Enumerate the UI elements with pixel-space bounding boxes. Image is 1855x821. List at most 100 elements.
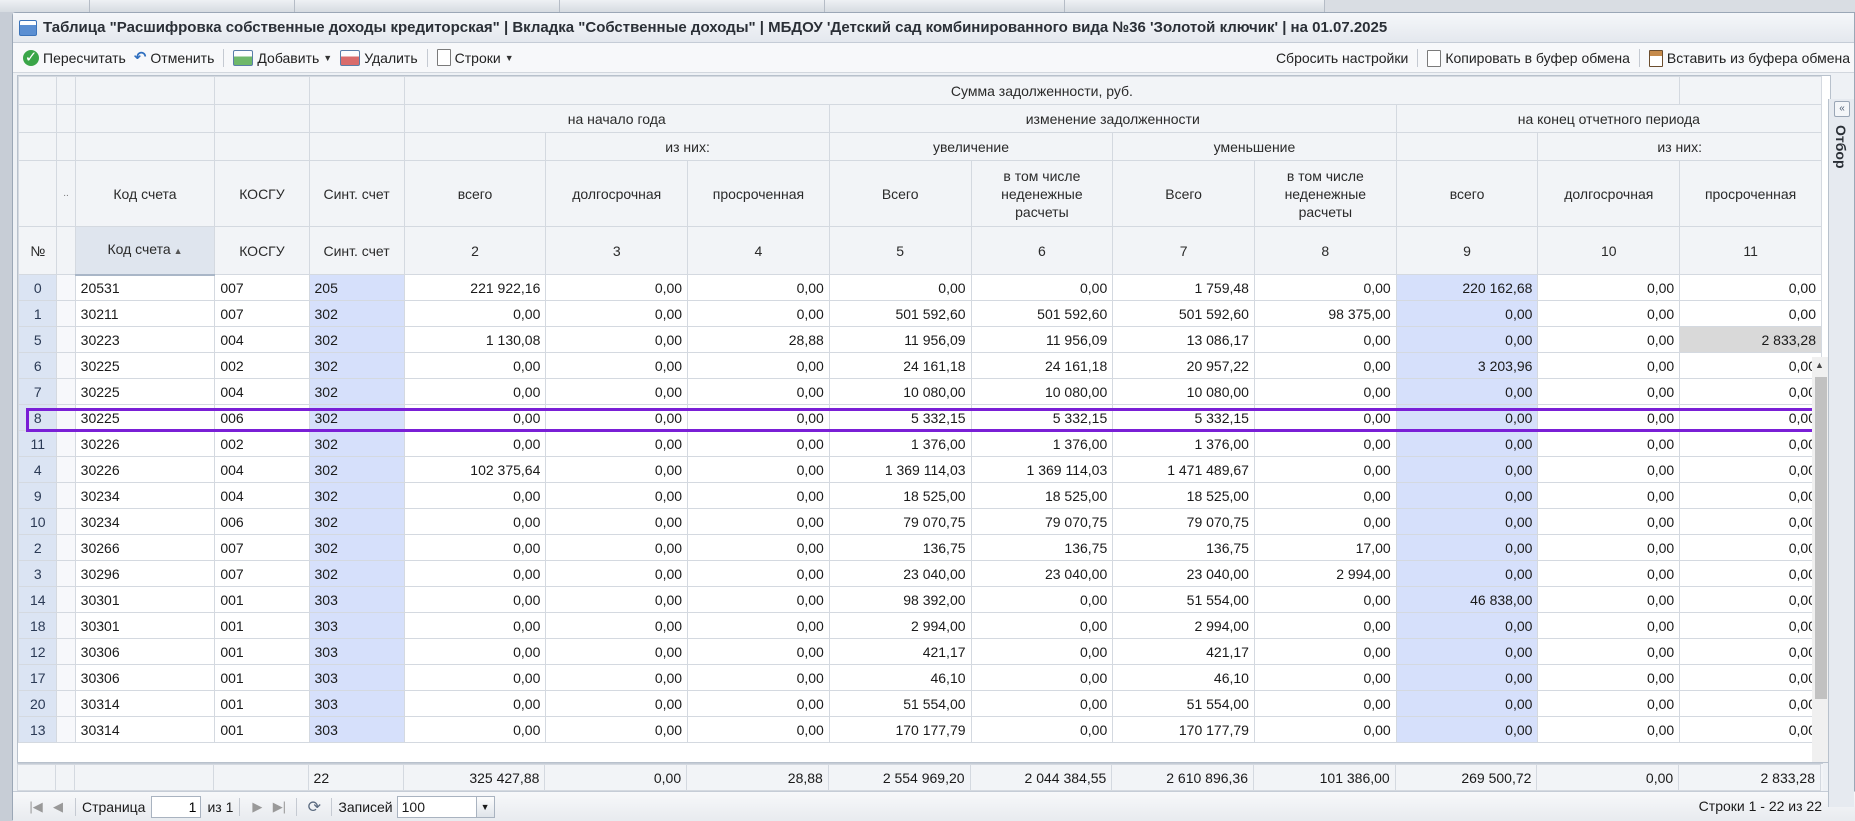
cell-value[interactable]: 11 956,09 [828, 326, 972, 353]
row-number[interactable]: 9 [18, 482, 58, 509]
cell-value[interactable]: 11 956,09 [970, 326, 1114, 353]
cell-account[interactable]: 30234 [74, 508, 216, 535]
row-selector[interactable] [56, 586, 76, 613]
table-row[interactable]: 7 30225 004 302 0,00 0,00 0,00 10 080,00 10 080,… [18, 378, 1822, 405]
cell-value[interactable]: 0,00 [1395, 430, 1539, 457]
cell-value[interactable]: 0,00 [1679, 690, 1822, 717]
header-num-2[interactable]: 2 [403, 226, 547, 275]
table-row[interactable]: 10 30234 006 302 0,00 0,00 0,00 79 070,75 79 070… [18, 508, 1822, 535]
cell-value[interactable]: 0,00 [828, 274, 972, 301]
cell-value[interactable]: 0,00 [687, 586, 830, 613]
delete-button[interactable]: Удалить [336, 46, 421, 70]
table-row[interactable]: 17 30306 001 303 0,00 0,00 0,00 46,10 0,00 46,10 0… [18, 664, 1822, 691]
cell-value[interactable]: 0,00 [1679, 274, 1822, 301]
cell-value[interactable]: 0,00 [1395, 612, 1539, 639]
cell-value[interactable]: 0,00 [970, 586, 1114, 613]
row-number[interactable]: 17 [18, 664, 58, 691]
header-num-11[interactable]: 11 [1679, 226, 1822, 275]
cell-value[interactable]: 28,88 [687, 326, 830, 353]
cell-value[interactable]: 0,00 [1537, 300, 1681, 327]
header-num-no[interactable]: № [18, 226, 58, 275]
copy-clipboard-button[interactable]: Копировать в буфер обмена [1423, 46, 1634, 70]
cell-account[interactable]: 30225 [74, 378, 216, 405]
cell-value[interactable]: 0,00 [1679, 378, 1822, 405]
cell-value[interactable]: 0,00 [1679, 560, 1822, 587]
row-selector[interactable] [56, 664, 76, 691]
row-selector[interactable] [56, 430, 76, 457]
cell-value[interactable]: 0,00 [1537, 456, 1681, 483]
cell-value[interactable]: 0,00 [1679, 456, 1822, 483]
cell-value[interactable]: 0,00 [403, 352, 547, 379]
cell-sint[interactable]: 302 [308, 482, 405, 509]
cell-value[interactable]: 17,00 [1253, 534, 1397, 561]
cell-value[interactable]: 0,00 [687, 716, 830, 743]
cell-value[interactable]: 0,00 [403, 716, 547, 743]
cell-kosgu[interactable]: 001 [214, 638, 310, 665]
cell-value[interactable]: 79 070,75 [1112, 508, 1255, 535]
cell-value[interactable]: 0,00 [1537, 586, 1681, 613]
cell-value[interactable]: 0,00 [1395, 716, 1539, 743]
cell-value[interactable]: 0,00 [1253, 690, 1397, 717]
cell-value[interactable]: 0,00 [687, 404, 830, 431]
cell-value[interactable]: 79 070,75 [970, 508, 1114, 535]
cell-value[interactable]: 0,00 [1679, 430, 1822, 457]
cell-value[interactable]: 46,10 [1112, 664, 1255, 691]
cell-value[interactable]: 0,00 [1253, 430, 1397, 457]
table-row[interactable]: 12 30306 001 303 0,00 0,00 0,00 421,17 0,00 421,1… [18, 638, 1822, 665]
cell-value[interactable]: 0,00 [403, 300, 547, 327]
table-row[interactable]: 2 30266 007 302 0,00 0,00 0,00 136,75 136,75 136,… [18, 534, 1822, 561]
cell-kosgu[interactable]: 001 [214, 716, 310, 743]
cell-sint[interactable]: 302 [308, 404, 405, 431]
cell-value[interactable]: 23 040,00 [828, 560, 972, 587]
row-selector[interactable] [56, 456, 76, 483]
cell-value[interactable]: 0,00 [687, 482, 830, 509]
cell-value[interactable]: 1 376,00 [970, 430, 1114, 457]
cell-value[interactable]: 0,00 [1253, 456, 1397, 483]
cell-value[interactable]: 0,00 [970, 690, 1114, 717]
cell-value[interactable]: 170 177,79 [1112, 716, 1255, 743]
cell-account[interactable]: 30223 [74, 326, 216, 353]
cell-value[interactable]: 0,00 [1253, 482, 1397, 509]
cell-value[interactable]: 0,00 [1537, 638, 1681, 665]
cell-value[interactable]: 0,00 [1679, 612, 1822, 639]
header-decrease-total[interactable]: Всего [1112, 160, 1255, 227]
cell-value[interactable]: 1 471 489,67 [1112, 456, 1255, 483]
cell-value[interactable]: 2 994,00 [1253, 560, 1397, 587]
row-number[interactable]: 3 [18, 560, 58, 587]
cell-value[interactable]: 0,00 [970, 274, 1114, 301]
cell-sint[interactable]: 303 [308, 690, 405, 717]
cell-value[interactable]: 0,00 [1395, 534, 1539, 561]
cell-value[interactable]: 0,00 [687, 456, 830, 483]
cell-value[interactable]: 0,00 [545, 352, 689, 379]
cell-sint[interactable]: 303 [308, 638, 405, 665]
cell-value[interactable]: 0,00 [1537, 716, 1681, 743]
table-row[interactable]: 13 30314 001 303 0,00 0,00 0,00 170 177,79 0,00 1… [18, 716, 1822, 743]
recalc-button[interactable]: ✓ Пересчитать [19, 46, 130, 70]
cell-value[interactable]: 0,00 [1253, 638, 1397, 665]
row-number[interactable]: 12 [18, 638, 58, 665]
cell-value[interactable]: 0,00 [545, 612, 689, 639]
cell-account[interactable]: 20531 [74, 274, 216, 301]
cell-kosgu[interactable]: 004 [214, 456, 310, 483]
row-number[interactable]: 7 [18, 378, 58, 405]
chevron-down-icon[interactable]: ▼ [475, 796, 494, 817]
cell-value[interactable]: 0,00 [1537, 612, 1681, 639]
table-row[interactable]: 14 30301 001 303 0,00 0,00 0,00 98 392,00 0,00 51… [18, 586, 1822, 613]
table-row[interactable]: 1 30211 007 302 0,00 0,00 0,00 501 592,60 501 59… [18, 300, 1822, 327]
filter-side-panel[interactable]: « Отбор [1828, 99, 1854, 807]
header-decrease-nonmonetary[interactable]: в том числе неденежные расчеты [1253, 160, 1397, 227]
cell-value[interactable]: 421,17 [828, 638, 972, 665]
cell-value[interactable]: 0,00 [545, 378, 689, 405]
cell-value[interactable]: 0,00 [1395, 664, 1539, 691]
cell-value[interactable]: 0,00 [1679, 664, 1822, 691]
scroll-up-icon[interactable]: ▲ [1815, 360, 1824, 370]
last-page-icon[interactable]: ▶| [268, 799, 290, 815]
header-increase-nonmonetary[interactable]: в том числе неденежные расчеты [970, 160, 1114, 227]
cell-value[interactable]: 221 922,16 [403, 274, 547, 301]
reset-settings-button[interactable]: Сбросить настройки [1272, 46, 1412, 70]
cell-value[interactable]: 0,00 [545, 638, 689, 665]
row-number[interactable]: 13 [18, 716, 58, 743]
header-start-total[interactable]: всего [403, 160, 547, 227]
cell-value[interactable]: 0,00 [403, 404, 547, 431]
header-increase-total[interactable]: Всего [828, 160, 972, 227]
